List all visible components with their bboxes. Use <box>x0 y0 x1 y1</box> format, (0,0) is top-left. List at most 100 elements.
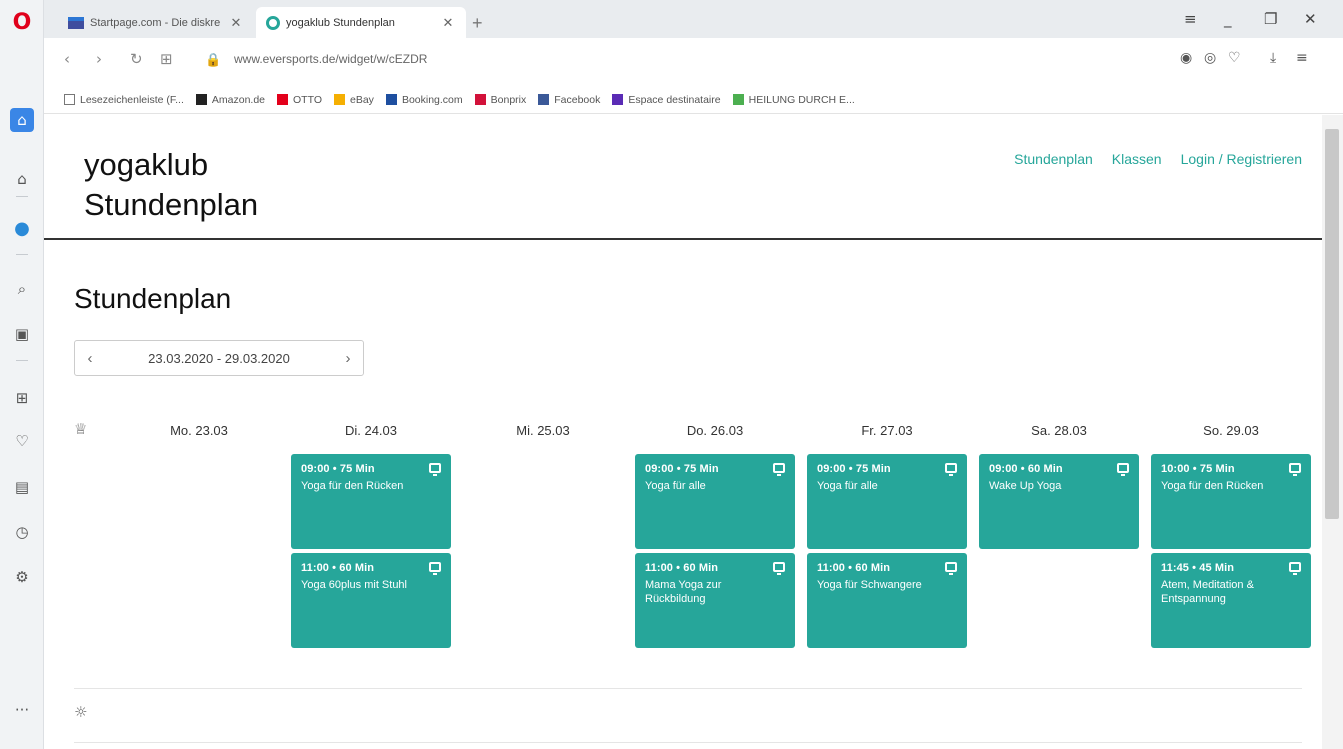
class-time: 11:00 • 60 Min <box>301 562 375 574</box>
bookmark-label: Bonprix <box>490 93 527 106</box>
class-time: 09:00 • 75 Min <box>645 463 719 475</box>
maximize-icon[interactable]: ❐ <box>1264 10 1277 28</box>
eversports-favicon-icon <box>266 15 280 30</box>
sidebar-separator <box>16 254 28 255</box>
online-class-icon <box>1289 562 1301 575</box>
morning-crown-icon: ♕ <box>74 420 88 438</box>
snapshot-icon[interactable]: ▣ <box>10 322 34 346</box>
class-name: Mama Yoga zur Rückbildung <box>645 579 722 605</box>
close-window-icon[interactable]: ✕ <box>1304 10 1317 28</box>
history-icon[interactable]: ◷ <box>10 520 34 544</box>
more-icon[interactable]: ··· <box>10 698 34 722</box>
sun-icon: ☼ <box>74 703 88 721</box>
ebay-icon <box>334 94 345 105</box>
facebook-icon <box>538 94 550 105</box>
sidebar-separator <box>16 196 28 197</box>
previous-week-button[interactable]: ‹ <box>75 350 105 367</box>
day-header: Mi. 25.03 <box>516 423 570 438</box>
top-navigation: Stundenplan Klassen Login / Registrieren <box>995 151 1302 167</box>
day-header: Di. 24.03 <box>344 423 398 438</box>
date-range: 23.03.2020 - 29.03.2020 <box>148 350 290 366</box>
online-class-icon <box>1117 463 1129 476</box>
class-name: Atem, Meditation & Entspannung <box>1161 579 1254 605</box>
bookmark-label: OTTO <box>293 93 322 106</box>
bookmark-item[interactable]: Lesezeichenleiste (F... <box>64 94 184 106</box>
forward-icon[interactable]: › <box>96 50 102 68</box>
download-icon[interactable]: ⤓ <box>1270 50 1276 66</box>
nav-link-stundenplan[interactable]: Stundenplan <box>1014 151 1093 167</box>
class-card[interactable]: 11:00 • 60 Min Yoga für Schwangere <box>807 553 967 648</box>
search-icon[interactable]: ⌕ <box>10 277 34 301</box>
day-header: Mo. 23.03 <box>170 423 228 438</box>
class-card[interactable]: 09:00 • 75 Min Yoga für alle <box>635 454 795 549</box>
section-divider <box>74 742 1302 743</box>
class-time: 11:00 • 60 Min <box>645 562 719 574</box>
minimize-icon[interactable]: _ <box>1224 10 1232 28</box>
settings-icon[interactable]: ⚙ <box>10 565 34 589</box>
class-time: 09:00 • 75 Min <box>301 463 375 475</box>
online-class-icon <box>773 562 785 575</box>
address-bar: ‹ › ↻ ⊞ 🔒 www.eversports.de/widget/w/cEZ… <box>44 38 1343 86</box>
class-card[interactable]: 11:00 • 60 Min Yoga 60plus mit Stuhl <box>291 553 451 648</box>
url-field[interactable]: www.eversports.de/widget/w/cEZDR <box>234 52 427 66</box>
online-class-icon <box>1289 463 1301 476</box>
section-divider <box>74 688 1302 689</box>
bookmark-item[interactable]: Espace destinataire <box>612 94 721 106</box>
header-divider <box>44 238 1322 240</box>
tab-startpage[interactable]: Startpage.com - Die diskre ✕ <box>58 7 254 38</box>
class-card[interactable]: 11:00 • 60 Min Mama Yoga zur Rückbildung <box>635 553 795 648</box>
nav-link-login[interactable]: Login / Registrieren <box>1181 151 1302 167</box>
site-brand[interactable]: yogaklub Stundenplan <box>84 145 258 225</box>
telegram-icon[interactable]: ● <box>10 216 34 240</box>
class-card[interactable]: 11:45 • 45 Min Atem, Meditation & Entspan… <box>1151 553 1311 648</box>
heart-icon[interactable]: ♡ <box>10 429 34 453</box>
close-tab-icon[interactable]: ✕ <box>228 15 244 31</box>
day-header: So. 29.03 <box>1203 423 1259 438</box>
new-tab-icon[interactable]: + <box>472 13 483 34</box>
folder-icon <box>64 94 75 105</box>
bookmark-label: Facebook <box>554 93 601 106</box>
bookmark-item[interactable]: OTTO <box>277 94 322 106</box>
bookmark-label: Booking.com <box>401 93 463 106</box>
tab-menu-icon[interactable]: ≡ <box>1184 10 1197 28</box>
class-card[interactable]: 09:00 • 75 Min Yoga für den Rücken <box>291 454 451 549</box>
reload-icon[interactable]: ↻ <box>130 50 143 68</box>
speed-dial-icon[interactable]: ⌂ <box>10 108 34 132</box>
page-scrollbar[interactable] <box>1322 115 1343 749</box>
lock-icon[interactable]: 🔒 <box>205 52 221 68</box>
bookmark-item[interactable]: HEILUNG DURCH E... <box>732 94 855 106</box>
tiles-icon[interactable]: ⊞ <box>160 50 173 68</box>
camera-icon[interactable]: ◉ <box>1180 50 1192 66</box>
bookmark-item[interactable]: Booking.com <box>385 93 463 106</box>
bookmark-item[interactable]: Facebook <box>538 94 600 106</box>
class-time: 09:00 • 60 Min <box>989 463 1063 475</box>
tab-yogaklub[interactable]: yogaklub Stundenplan ✕ <box>256 7 466 38</box>
day-header: Sa. 28.03 <box>1031 423 1087 438</box>
online-class-icon <box>945 463 957 476</box>
heart-icon[interactable]: ♡ <box>1228 50 1241 66</box>
class-time: 10:00 • 75 Min <box>1161 463 1235 475</box>
bookmark-item[interactable]: Amazon.de <box>195 94 265 106</box>
class-time: 11:00 • 60 Min <box>817 562 891 574</box>
opera-logo-icon[interactable]: O <box>11 12 33 34</box>
close-tab-icon[interactable]: ✕ <box>440 15 456 31</box>
easy-setup-icon[interactable]: ≡ <box>1296 50 1308 66</box>
online-class-icon <box>429 463 441 476</box>
next-week-button[interactable]: › <box>333 350 363 367</box>
opera-sidebar: O ⌂ ⌂ ● ⌕ ▣ ⊞ ♡ ▤ ◷ ⚙ ··· <box>0 0 44 749</box>
nav-link-klassen[interactable]: Klassen <box>1112 151 1162 167</box>
home-icon[interactable]: ⌂ <box>10 167 34 191</box>
page-title: Stundenplan <box>74 283 232 314</box>
class-card[interactable]: 10:00 • 75 Min Yoga für den Rücken <box>1151 454 1311 549</box>
news-icon[interactable]: ▤ <box>10 475 34 499</box>
class-card[interactable]: 09:00 • 75 Min Yoga für alle <box>807 454 967 549</box>
bookmark-item[interactable]: eBay <box>334 94 374 106</box>
scrollbar-thumb[interactable] <box>1325 129 1339 519</box>
extensions-icon[interactable]: ⊞ <box>10 386 34 410</box>
back-icon[interactable]: ‹ <box>64 50 70 68</box>
tracker-icon[interactable]: ◎ <box>1204 50 1216 66</box>
online-class-icon <box>773 463 785 476</box>
class-card[interactable]: 09:00 • 60 Min Wake Up Yoga <box>979 454 1139 549</box>
booking-icon <box>385 94 397 105</box>
bookmark-item[interactable]: Bonprix <box>474 93 527 106</box>
